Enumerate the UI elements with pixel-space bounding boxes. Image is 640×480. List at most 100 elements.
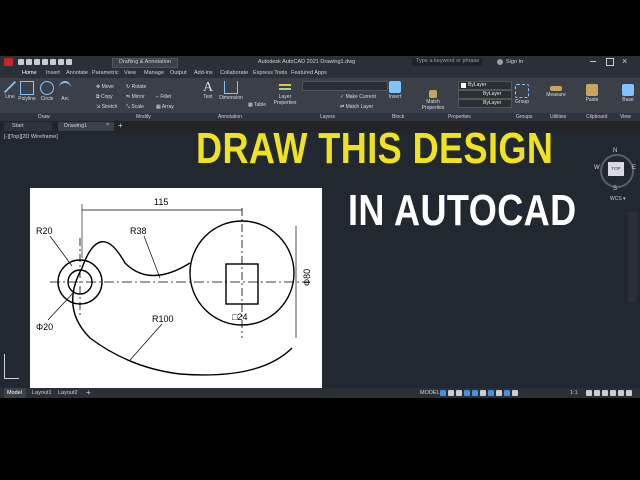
saveas-icon[interactable] bbox=[42, 59, 48, 65]
polyline-tool[interactable]: Polyline bbox=[18, 81, 36, 102]
ortho-icon[interactable] bbox=[456, 390, 462, 396]
close-icon[interactable]: × bbox=[622, 56, 627, 66]
dimension-tool[interactable]: Dimension bbox=[218, 81, 244, 101]
lineweight-dropdown[interactable]: ByLayer bbox=[458, 99, 512, 108]
scale-button[interactable]: ⤡ Scale bbox=[126, 102, 146, 112]
line-tool[interactable]: Line bbox=[2, 81, 18, 100]
selection-cycling-icon[interactable] bbox=[504, 390, 510, 396]
close-tab-icon[interactable]: × bbox=[106, 122, 109, 128]
layer-properties-tool[interactable]: Layer Properties bbox=[272, 81, 298, 106]
workspace-dropdown[interactable]: Drafting & Annotation bbox=[112, 58, 178, 68]
dim-r20: R20 bbox=[36, 226, 53, 236]
new-tab-icon[interactable]: + bbox=[118, 121, 123, 130]
panel-view[interactable]: View bbox=[620, 114, 631, 120]
viewcube[interactable]: TOP N S W E bbox=[594, 148, 638, 192]
open-icon[interactable] bbox=[26, 59, 32, 65]
layout-tab-1[interactable]: Layout1 bbox=[32, 390, 52, 396]
maximize-icon[interactable] bbox=[606, 58, 614, 66]
circle-tool[interactable]: Circle bbox=[39, 81, 55, 102]
panel-block[interactable]: Block bbox=[392, 114, 404, 120]
plot-icon[interactable] bbox=[50, 59, 56, 65]
panel-layers[interactable]: Layers bbox=[320, 114, 335, 120]
match-properties-tool[interactable]: Match Properties bbox=[420, 90, 446, 111]
circle-label: Circle bbox=[40, 96, 54, 102]
make-current-button[interactable]: ✓ Make Current bbox=[340, 92, 376, 102]
viewport-label[interactable]: [-][Top][2D Wireframe] bbox=[4, 134, 58, 140]
tab-start[interactable]: Start bbox=[4, 122, 52, 131]
layer-properties-label: Layer Properties bbox=[273, 94, 297, 106]
drawing-canvas[interactable]: [-][Top][2D Wireframe] DRAW THIS DESIGN … bbox=[0, 132, 640, 388]
paste-tool[interactable]: Paste bbox=[584, 84, 600, 103]
color-dropdown[interactable]: ByLayer bbox=[458, 81, 512, 90]
tab-home[interactable]: Home bbox=[22, 70, 37, 76]
clean-screen-icon[interactable] bbox=[618, 390, 624, 396]
lineweight-icon[interactable] bbox=[488, 390, 494, 396]
tab-insert[interactable]: Insert bbox=[46, 70, 60, 76]
app-logo[interactable] bbox=[4, 58, 13, 66]
panel-groups[interactable]: Groups bbox=[516, 114, 532, 120]
model-space-toggle[interactable]: MODEL bbox=[420, 390, 440, 396]
panel-clipboard[interactable]: Clipboard bbox=[586, 114, 607, 120]
layout-tab-2[interactable]: Layout2 bbox=[58, 390, 78, 396]
redo-icon[interactable] bbox=[66, 59, 72, 65]
linetype-dropdown[interactable]: ByLayer bbox=[458, 90, 512, 99]
tab-manage[interactable]: Manage bbox=[144, 70, 164, 76]
annotation-icon[interactable] bbox=[512, 390, 518, 396]
tab-annotate[interactable]: Annotate bbox=[66, 70, 88, 76]
tab-output[interactable]: Output bbox=[170, 70, 187, 76]
navigation-bar[interactable] bbox=[628, 212, 637, 302]
fillet-button[interactable]: ⌐ Fillet bbox=[156, 92, 174, 102]
text-tool[interactable]: A Text bbox=[200, 81, 216, 101]
tab-drawing1[interactable]: Drawing1 × bbox=[58, 122, 114, 131]
osnap-icon[interactable] bbox=[472, 390, 478, 396]
save-icon[interactable] bbox=[34, 59, 40, 65]
otrack-icon[interactable] bbox=[480, 390, 486, 396]
add-layout-icon[interactable]: + bbox=[86, 388, 91, 397]
layout-tab-model[interactable]: Model bbox=[4, 388, 26, 398]
gear-icon[interactable] bbox=[586, 390, 592, 396]
rotate-button[interactable]: ↻ Rotate bbox=[126, 82, 146, 92]
mirror-button[interactable]: ⇋ Mirror bbox=[126, 92, 146, 102]
annotation-scale[interactable]: 1:1 bbox=[570, 390, 578, 396]
array-button[interactable]: ▦ Array bbox=[156, 102, 174, 112]
new-icon[interactable] bbox=[18, 59, 24, 65]
sign-in-link[interactable]: Sign In bbox=[506, 59, 523, 65]
minimize-icon[interactable] bbox=[590, 61, 596, 62]
customization-icon[interactable] bbox=[626, 390, 632, 396]
isolate-icon[interactable] bbox=[602, 390, 608, 396]
polar-icon[interactable] bbox=[464, 390, 470, 396]
panel-annotation[interactable]: Annotation bbox=[218, 114, 242, 120]
user-icon[interactable] bbox=[497, 59, 503, 65]
wcs-dropdown[interactable]: WCS ▾ bbox=[610, 196, 626, 202]
hardware-acceleration-icon[interactable] bbox=[610, 390, 616, 396]
insert-tool[interactable]: Insert bbox=[388, 81, 402, 100]
transparency-icon[interactable] bbox=[496, 390, 502, 396]
clipboard-icon bbox=[586, 84, 598, 96]
tab-express-tools[interactable]: Express Tools bbox=[253, 70, 287, 76]
arc-tool[interactable]: Arc bbox=[58, 81, 72, 102]
copy-button[interactable]: ⧉ Copy bbox=[96, 92, 117, 102]
snap-icon[interactable] bbox=[448, 390, 454, 396]
panel-properties[interactable]: Properties bbox=[448, 114, 471, 120]
grid-icon[interactable] bbox=[440, 390, 446, 396]
base-tool[interactable]: Base bbox=[620, 84, 636, 103]
tab-addins[interactable]: Add-ins bbox=[194, 70, 213, 76]
stretch-button[interactable]: ⇲ Stretch bbox=[96, 102, 117, 112]
layer-dropdown[interactable] bbox=[302, 81, 388, 91]
viewcube-top-face[interactable]: TOP bbox=[608, 162, 624, 176]
plus-icon[interactable] bbox=[594, 390, 600, 396]
panel-utilities[interactable]: Utilities bbox=[550, 114, 566, 120]
measure-tool[interactable]: Measure bbox=[544, 86, 568, 98]
table-button[interactable]: ▦ Table bbox=[248, 102, 266, 108]
tab-collaborate[interactable]: Collaborate bbox=[220, 70, 248, 76]
group-tool[interactable]: Group bbox=[513, 84, 531, 105]
move-button[interactable]: ✥ Move bbox=[96, 82, 117, 92]
undo-icon[interactable] bbox=[58, 59, 64, 65]
search-box[interactable]: Type a keyword or phrase bbox=[412, 58, 482, 66]
tab-view[interactable]: View bbox=[124, 70, 136, 76]
panel-modify[interactable]: Modify bbox=[136, 114, 151, 120]
tab-parametric[interactable]: Parametric bbox=[92, 70, 119, 76]
match-layer-button[interactable]: ⇄ Match Layer bbox=[340, 102, 376, 112]
panel-draw[interactable]: Draw bbox=[38, 114, 50, 120]
tab-featured-apps[interactable]: Featured Apps bbox=[291, 70, 327, 76]
